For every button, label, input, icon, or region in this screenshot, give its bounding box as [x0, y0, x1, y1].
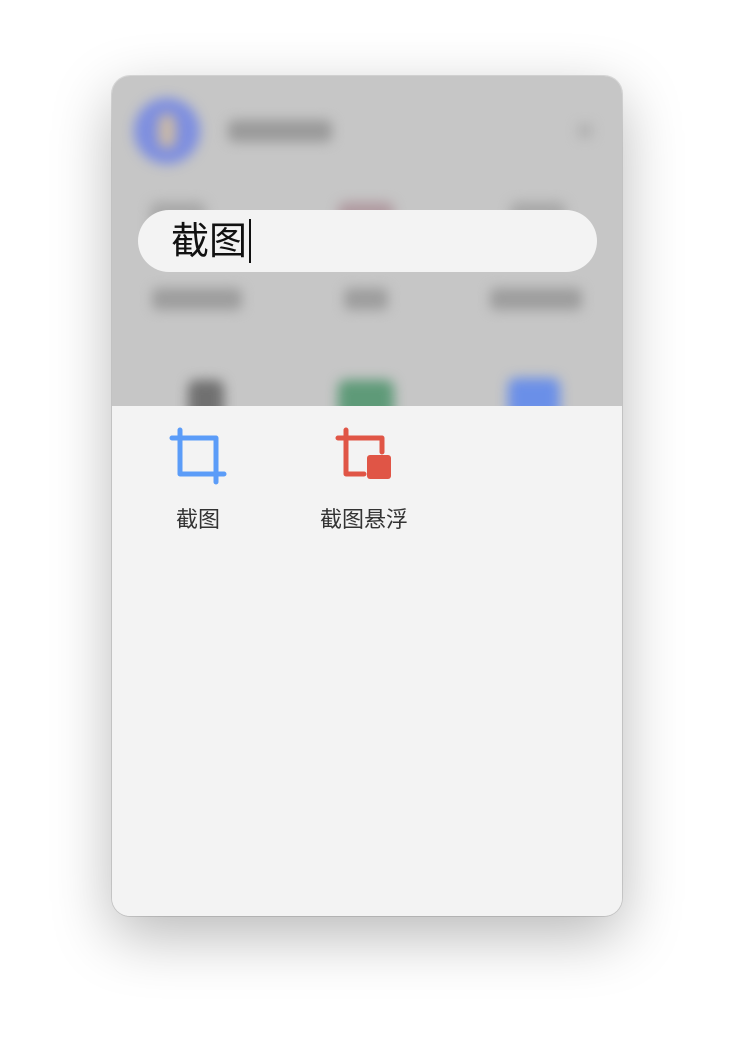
text-caret: [249, 219, 252, 263]
search-query-text: 截图: [171, 219, 248, 263]
search-results: 截图 截图悬浮: [112, 406, 622, 916]
result-item-screenshot[interactable]: 截图: [168, 426, 228, 534]
crop-float-icon: [335, 427, 391, 479]
launcher-window: 截图 截图 截图悬浮: [112, 76, 622, 916]
avatar: [134, 98, 200, 164]
blurred-background: 截图: [112, 76, 622, 406]
result-label: 截图悬浮: [320, 508, 409, 533]
blurred-app-icon: [338, 380, 394, 406]
blurred-label: [152, 288, 242, 310]
crop-icon: [169, 427, 227, 485]
result-item-screenshot-float[interactable]: 截图悬浮: [320, 426, 408, 534]
blurred-app-icon: [188, 380, 224, 406]
blurred-label: [344, 288, 388, 310]
blurred-app-icon: [508, 378, 560, 406]
search-input[interactable]: 截图: [138, 210, 597, 272]
user-name-placeholder: [228, 120, 332, 142]
blurred-label: [490, 288, 582, 310]
result-label: 截图: [175, 508, 220, 533]
chevron-icon: [578, 124, 592, 138]
